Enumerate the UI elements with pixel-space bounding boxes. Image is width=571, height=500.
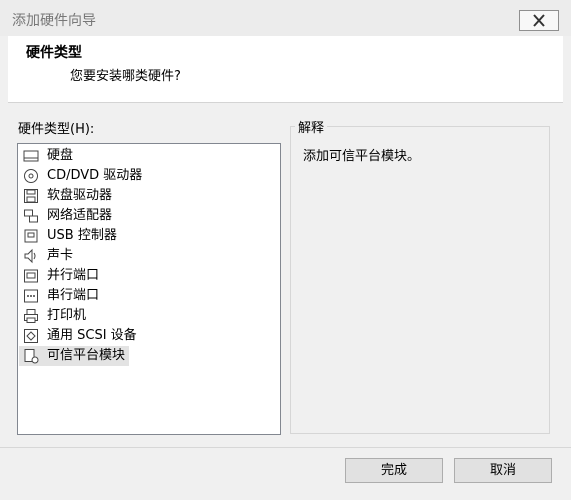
list-item-label: CD/DVD 驱动器 <box>47 168 143 183</box>
list-item-label: 打印机 <box>47 308 87 323</box>
window-title: 添加硬件向导 <box>12 13 96 29</box>
list-item-network-adapter[interactable]: 网络适配器 <box>19 206 116 226</box>
list-item-hard-disk[interactable]: 硬盘 <box>19 146 77 166</box>
network-adapter-icon <box>24 209 38 223</box>
scsi-icon <box>24 329 38 343</box>
list-item-label: 串行端口 <box>47 288 100 303</box>
cd-dvd-icon <box>24 169 38 183</box>
cancel-button[interactable]: 取消 <box>454 458 552 483</box>
explanation-label: 解释 <box>295 117 328 136</box>
hard-disk-icon <box>23 150 39 162</box>
list-item-label: 并行端口 <box>47 268 100 283</box>
parallel-port-icon <box>24 269 38 283</box>
title-bar: 添加硬件向导 <box>0 0 571 36</box>
list-item-floppy[interactable]: 软盘驱动器 <box>19 186 116 206</box>
list-item-printer[interactable]: 打印机 <box>19 306 90 326</box>
tpm-icon <box>24 349 39 364</box>
list-item-serial-port[interactable]: 串行端口 <box>19 286 103 306</box>
wizard-header: 硬件类型 您要安装哪类硬件? <box>8 36 563 103</box>
header-title: 硬件类型 <box>26 45 82 61</box>
explanation-text: 添加可信平台模块。 <box>303 149 421 164</box>
close-button[interactable] <box>519 10 559 31</box>
close-icon <box>533 14 545 27</box>
list-item-label: USB 控制器 <box>47 228 117 243</box>
header-subtitle: 您要安装哪类硬件? <box>70 69 181 84</box>
list-item-parallel-port[interactable]: 并行端口 <box>19 266 103 286</box>
list-item-generic-scsi[interactable]: 通用 SCSI 设备 <box>19 326 141 346</box>
list-item-label: 声卡 <box>47 248 74 263</box>
list-item-tpm[interactable]: 可信平台模块 <box>19 346 130 366</box>
list-item-label: 硬盘 <box>47 148 74 163</box>
list-item-sound-card[interactable]: 声卡 <box>19 246 77 266</box>
finish-button[interactable]: 完成 <box>345 458 443 483</box>
footer-divider <box>0 447 571 448</box>
list-item-label: 软盘驱动器 <box>47 188 113 203</box>
list-item-label: 网络适配器 <box>47 208 113 223</box>
usb-icon <box>24 229 38 243</box>
printer-icon <box>24 309 38 323</box>
list-item-label: 可信平台模块 <box>47 348 126 363</box>
floppy-icon <box>24 189 38 203</box>
speaker-icon <box>24 248 36 264</box>
hardware-type-label: 硬件类型(H): <box>18 122 95 137</box>
explanation-group: 解释 添加可信平台模块。 <box>290 117 550 434</box>
list-item-usb-controller[interactable]: USB 控制器 <box>19 226 121 246</box>
hardware-type-list[interactable]: 硬盘 CD/DVD 驱动器 软盘驱动器 网络适配器 USB 控制器 声卡 并行端… <box>17 143 281 435</box>
serial-port-icon <box>24 289 38 303</box>
list-item-label: 通用 SCSI 设备 <box>47 328 137 343</box>
list-item-cd-dvd[interactable]: CD/DVD 驱动器 <box>19 166 146 186</box>
